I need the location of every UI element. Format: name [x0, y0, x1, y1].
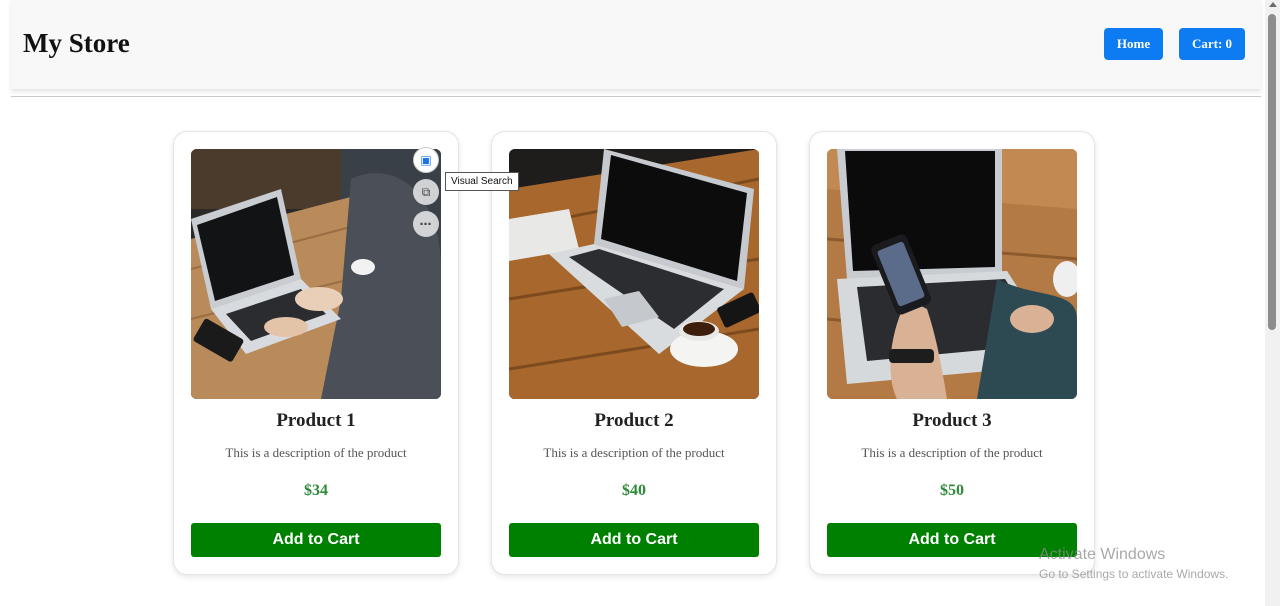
- visual-search-icon[interactable]: ▣: [413, 147, 439, 173]
- product-name: Product 1: [276, 410, 356, 431]
- product-price: $34: [304, 482, 328, 499]
- watermark-title: Activate Windows: [1039, 546, 1166, 563]
- site-header: My Store Home Cart: 0: [11, 0, 1261, 89]
- watermark-subtitle: Go to Settings to activate Windows.: [1039, 567, 1229, 581]
- product-card-1: ▣ ⧉ ⋯ Product 1 This is a description of…: [173, 131, 459, 575]
- product-description: This is a description of the product: [225, 445, 407, 460]
- header-divider: [11, 96, 1261, 97]
- windows-activation-watermark: Activate Windows Go to Settings to activ…: [1039, 546, 1228, 581]
- phone-laptop-photo: [827, 149, 1077, 399]
- add-to-cart-button[interactable]: Add to Cart: [509, 523, 759, 557]
- laptop-typing-photo: [191, 149, 441, 399]
- cart-button[interactable]: Cart: 0: [1179, 28, 1245, 60]
- product-price: $40: [622, 482, 646, 499]
- laptop-coffee-photo: [509, 149, 759, 399]
- scroll-up-icon[interactable]: [1269, 2, 1277, 7]
- product-price: $50: [940, 482, 964, 499]
- add-to-cart-button[interactable]: Add to Cart: [191, 523, 441, 557]
- product-card-3: Product 3 This is a description of the p…: [809, 131, 1095, 575]
- product-image-1: [191, 149, 441, 399]
- home-button[interactable]: Home: [1104, 28, 1163, 60]
- product-name: Product 2: [594, 410, 674, 431]
- product-description: This is a description of the product: [543, 445, 725, 460]
- store-title: My Store: [23, 28, 130, 58]
- vertical-scrollbar[interactable]: [1265, 0, 1280, 606]
- scroll-thumb[interactable]: [1268, 14, 1276, 330]
- product-name: Product 3: [912, 410, 992, 431]
- more-options-icon[interactable]: ⋯: [413, 211, 439, 237]
- product-image-2: [509, 149, 759, 399]
- product-card-2: Product 2 This is a description of the p…: [491, 131, 777, 575]
- visual-search-tooltip: Visual Search: [445, 172, 519, 191]
- page-viewport: My Store Home Cart: 0 ▣ ⧉ ⋯ Product 1 Th…: [3, 0, 1265, 606]
- product-description: This is a description of the product: [861, 445, 1043, 460]
- product-image-3: [827, 149, 1077, 399]
- copy-image-icon[interactable]: ⧉: [413, 179, 439, 205]
